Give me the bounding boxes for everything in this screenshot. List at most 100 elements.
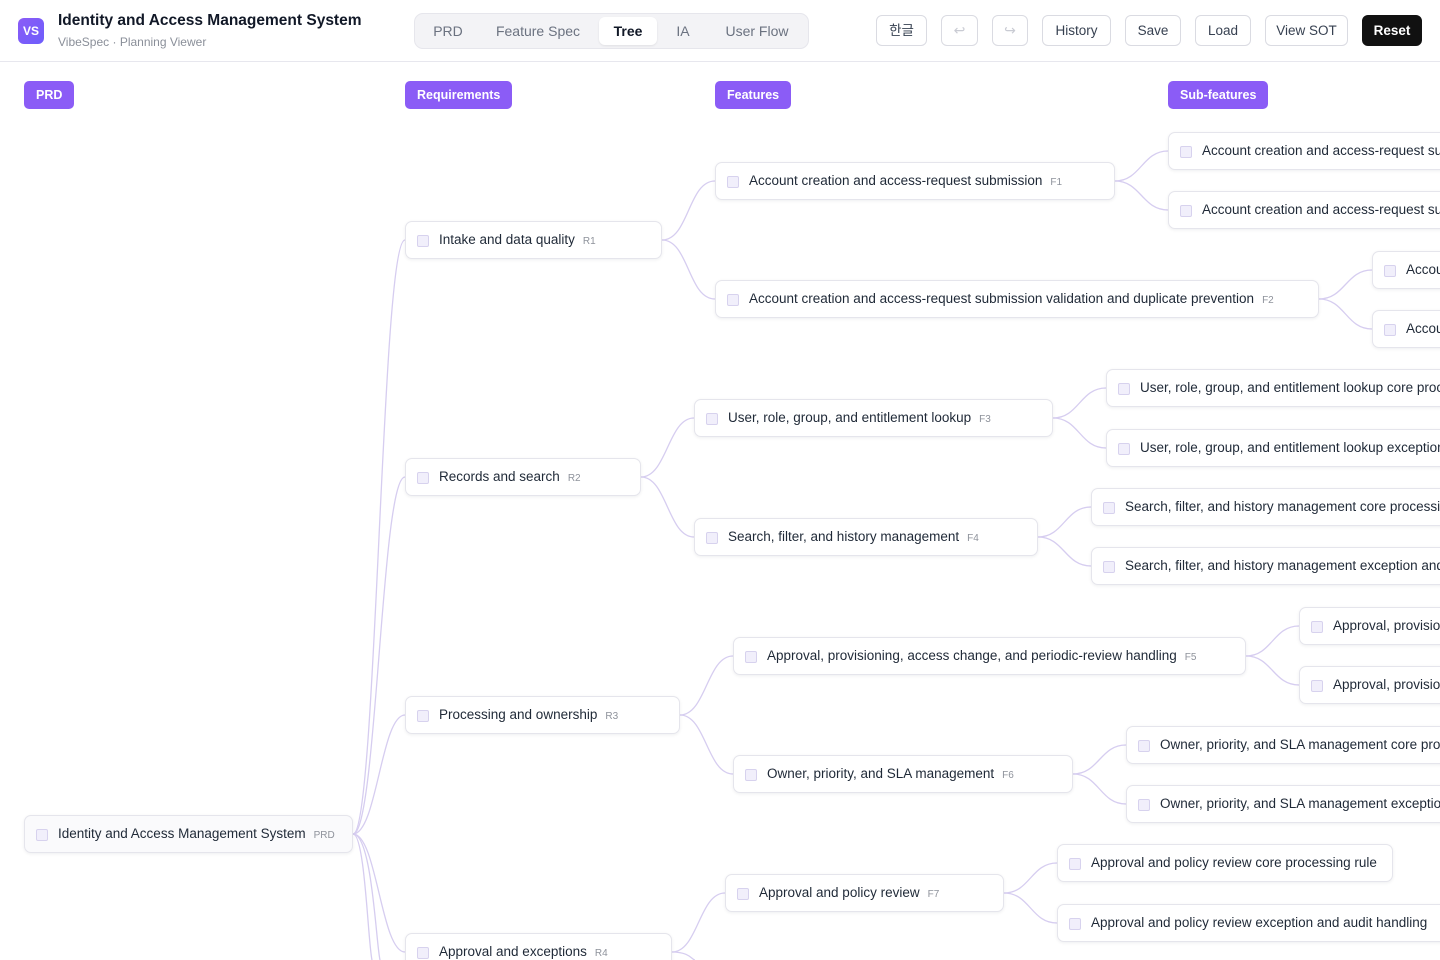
save-button[interactable]: Save	[1125, 15, 1181, 46]
tree-node-requirement[interactable]: Records and search R2	[405, 458, 641, 496]
app-subtitle: VibeSpec · Planning Viewer	[58, 35, 207, 49]
column-header-sub-features: Sub-features	[1168, 81, 1269, 109]
node-checkbox[interactable]	[727, 176, 739, 188]
node-label: Account creation and access-request subm	[1202, 202, 1440, 217]
tree-node-subfeature[interactable]: Owner, priority, and SLA management core…	[1126, 726, 1440, 764]
node-checkbox[interactable]	[417, 235, 429, 247]
reset-button[interactable]: Reset	[1362, 15, 1422, 46]
node-checkbox[interactable]	[706, 413, 718, 425]
node-tag: F4	[967, 533, 979, 544]
node-label: Accou	[1406, 321, 1440, 336]
tree-node-subfeature[interactable]: Approval, provisior	[1299, 607, 1440, 645]
tree-node-feature[interactable]: Approval, provisioning, access change, a…	[733, 637, 1246, 675]
node-checkbox[interactable]	[36, 829, 48, 841]
column-header-prd: PRD	[24, 81, 75, 109]
node-label: Account creation and access-request subm…	[749, 173, 1043, 188]
tree-node-subfeature[interactable]: Approval and policy review exception and…	[1057, 904, 1440, 942]
tree-node-subfeature[interactable]: Accou	[1372, 251, 1440, 289]
tree-node-subfeature[interactable]: Approval, provisior	[1299, 666, 1440, 704]
node-checkbox[interactable]	[417, 710, 429, 722]
tree-node-feature[interactable]: User, role, group, and entitlement looku…	[694, 399, 1053, 437]
column-header-requirements: Requirements	[405, 81, 513, 109]
node-label: Identity and Access Management System	[58, 826, 306, 841]
redo-button[interactable]: ↪	[992, 15, 1028, 46]
node-checkbox[interactable]	[1103, 561, 1115, 573]
tree-node-subfeature[interactable]: User, role, group, and entitlement looku…	[1106, 429, 1440, 467]
tab-tree[interactable]: Tree	[599, 17, 657, 45]
node-checkbox[interactable]	[1180, 146, 1192, 158]
tab-ia[interactable]: IA	[665, 17, 701, 45]
tree-node-subfeature[interactable]: Accou	[1372, 310, 1440, 348]
load-button[interactable]: Load	[1195, 15, 1251, 46]
tree-node-subfeature[interactable]: User, role, group, and entitlement looku…	[1106, 369, 1440, 407]
node-label: Approval, provisior	[1333, 618, 1440, 633]
node-label: Search, filter, and history management e…	[1125, 558, 1440, 573]
node-label: Processing and ownership	[439, 707, 598, 722]
node-label: Approval, provisior	[1333, 677, 1440, 692]
tab-prd[interactable]: PRD	[421, 17, 475, 45]
node-label: User, role, group, and entitlement looku…	[1140, 440, 1440, 455]
node-label: Approval, provisioning, access change, a…	[767, 648, 1177, 663]
node-label: Owner, priority, and SLA management core…	[1160, 737, 1440, 752]
node-checkbox[interactable]	[745, 651, 757, 663]
node-checkbox[interactable]	[745, 769, 757, 781]
node-tag: F3	[979, 414, 991, 425]
node-checkbox[interactable]	[417, 947, 429, 959]
tree-node-requirement[interactable]: Intake and data quality R1	[405, 221, 662, 259]
app-header: VS Identity and Access Management System…	[0, 0, 1440, 62]
undo-button[interactable]: ↩	[941, 15, 978, 46]
node-checkbox[interactable]	[1180, 205, 1192, 217]
node-checkbox[interactable]	[727, 294, 739, 306]
node-tag: R4	[594, 948, 608, 959]
tree-node-subfeature[interactable]: Owner, priority, and SLA management exce…	[1126, 785, 1440, 823]
node-label: Account creation and access-request subm	[1202, 143, 1440, 158]
node-label: User, role, group, and entitlement looku…	[1140, 380, 1440, 395]
app-logo: VS	[18, 18, 44, 44]
node-checkbox[interactable]	[1311, 621, 1323, 633]
tree-node-subfeature[interactable]: Account creation and access-request subm	[1168, 191, 1440, 229]
column-header-features: Features	[715, 81, 792, 109]
view-sot-button[interactable]: View SOT	[1265, 15, 1348, 46]
tab-user-flow[interactable]: User Flow	[711, 17, 803, 45]
tree-node-feature[interactable]: Owner, priority, and SLA management F6	[733, 755, 1073, 793]
history-button[interactable]: History	[1042, 15, 1111, 46]
node-tag: R1	[582, 236, 596, 247]
node-checkbox[interactable]	[1069, 918, 1081, 930]
node-checkbox[interactable]	[1384, 324, 1396, 336]
node-checkbox[interactable]	[1118, 443, 1130, 455]
tree-node-subfeature[interactable]: Approval and policy review core processi…	[1057, 844, 1393, 882]
tree-node-feature[interactable]: Account creation and access-request subm…	[715, 162, 1115, 200]
tree-node-feature[interactable]: Account creation and access-request subm…	[715, 280, 1319, 318]
node-label: Owner, priority, and SLA management exce…	[1160, 796, 1440, 811]
node-checkbox[interactable]	[417, 472, 429, 484]
node-tag: F6	[1002, 770, 1014, 781]
language-toggle-button[interactable]: 한글	[876, 15, 927, 46]
node-label: Accou	[1406, 262, 1440, 277]
tree-canvas[interactable]: PRD Requirements Features Sub-features I…	[0, 63, 1440, 960]
node-checkbox[interactable]	[737, 888, 749, 900]
tree-node-requirement[interactable]: Processing and ownership R3	[405, 696, 680, 734]
tree-node-subfeature[interactable]: Account creation and access-request subm	[1168, 132, 1440, 170]
node-tag: F7	[927, 889, 940, 900]
node-checkbox[interactable]	[1384, 265, 1396, 277]
node-tag: R3	[605, 711, 619, 722]
node-checkbox[interactable]	[1069, 858, 1081, 870]
node-label: User, role, group, and entitlement looku…	[728, 410, 972, 425]
node-checkbox[interactable]	[1311, 680, 1323, 692]
node-label: Approval and policy review core processi…	[1091, 855, 1377, 870]
node-tag: R2	[567, 473, 581, 484]
tree-node-subfeature[interactable]: Search, filter, and history management e…	[1091, 547, 1440, 585]
node-checkbox[interactable]	[1138, 799, 1150, 811]
node-checkbox[interactable]	[1118, 383, 1130, 395]
node-checkbox[interactable]	[1138, 740, 1150, 752]
node-checkbox[interactable]	[706, 532, 718, 544]
tab-feature-spec[interactable]: Feature Spec	[485, 17, 591, 45]
tree-node-feature[interactable]: Search, filter, and history management F4	[694, 518, 1038, 556]
tree-node-prd[interactable]: Identity and Access Management System PRD	[24, 815, 353, 853]
tree-node-requirement[interactable]: Approval and exceptions R4	[405, 933, 672, 960]
node-label: Search, filter, and history management	[728, 529, 960, 544]
tree-node-feature[interactable]: Approval and policy review F7	[725, 874, 1004, 912]
node-checkbox[interactable]	[1103, 502, 1115, 514]
redo-icon: ↪	[1004, 22, 1016, 38]
tree-node-subfeature[interactable]: Search, filter, and history management c…	[1091, 488, 1440, 526]
